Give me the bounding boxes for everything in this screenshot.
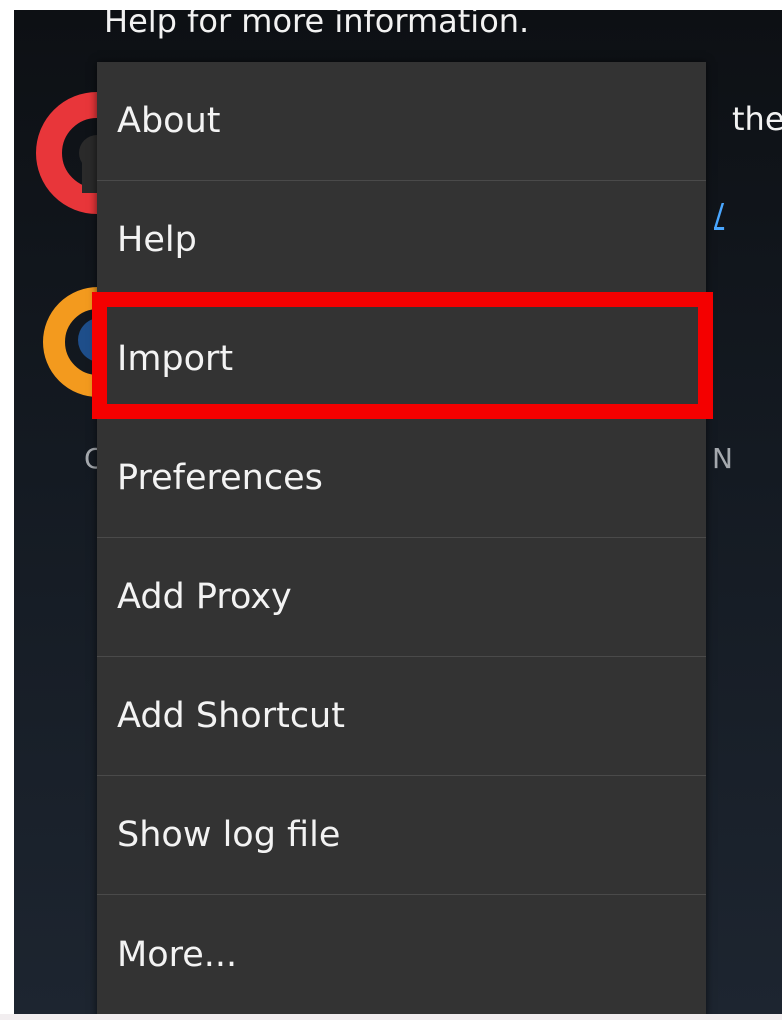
background-link[interactable]: / [714,198,724,233]
overflow-menu: About Help Import Preferences Add Proxy … [97,62,706,1014]
background-fragment-text: the [732,100,782,138]
app-screen: Help for more information. the / C N Abo… [14,10,782,1014]
background-label-fragment-right: N [712,442,733,475]
menu-item-more[interactable]: More... [97,895,706,1014]
help-info-text: Help for more information. [104,10,530,40]
menu-item-help[interactable]: Help [97,181,706,300]
menu-item-preferences[interactable]: Preferences [97,419,706,538]
menu-item-import[interactable]: Import [97,300,706,419]
bottom-border [0,1014,782,1020]
menu-item-add-shortcut[interactable]: Add Shortcut [97,657,706,776]
menu-item-about[interactable]: About [97,62,706,181]
menu-item-show-log-file[interactable]: Show log file [97,776,706,895]
menu-item-add-proxy[interactable]: Add Proxy [97,538,706,657]
